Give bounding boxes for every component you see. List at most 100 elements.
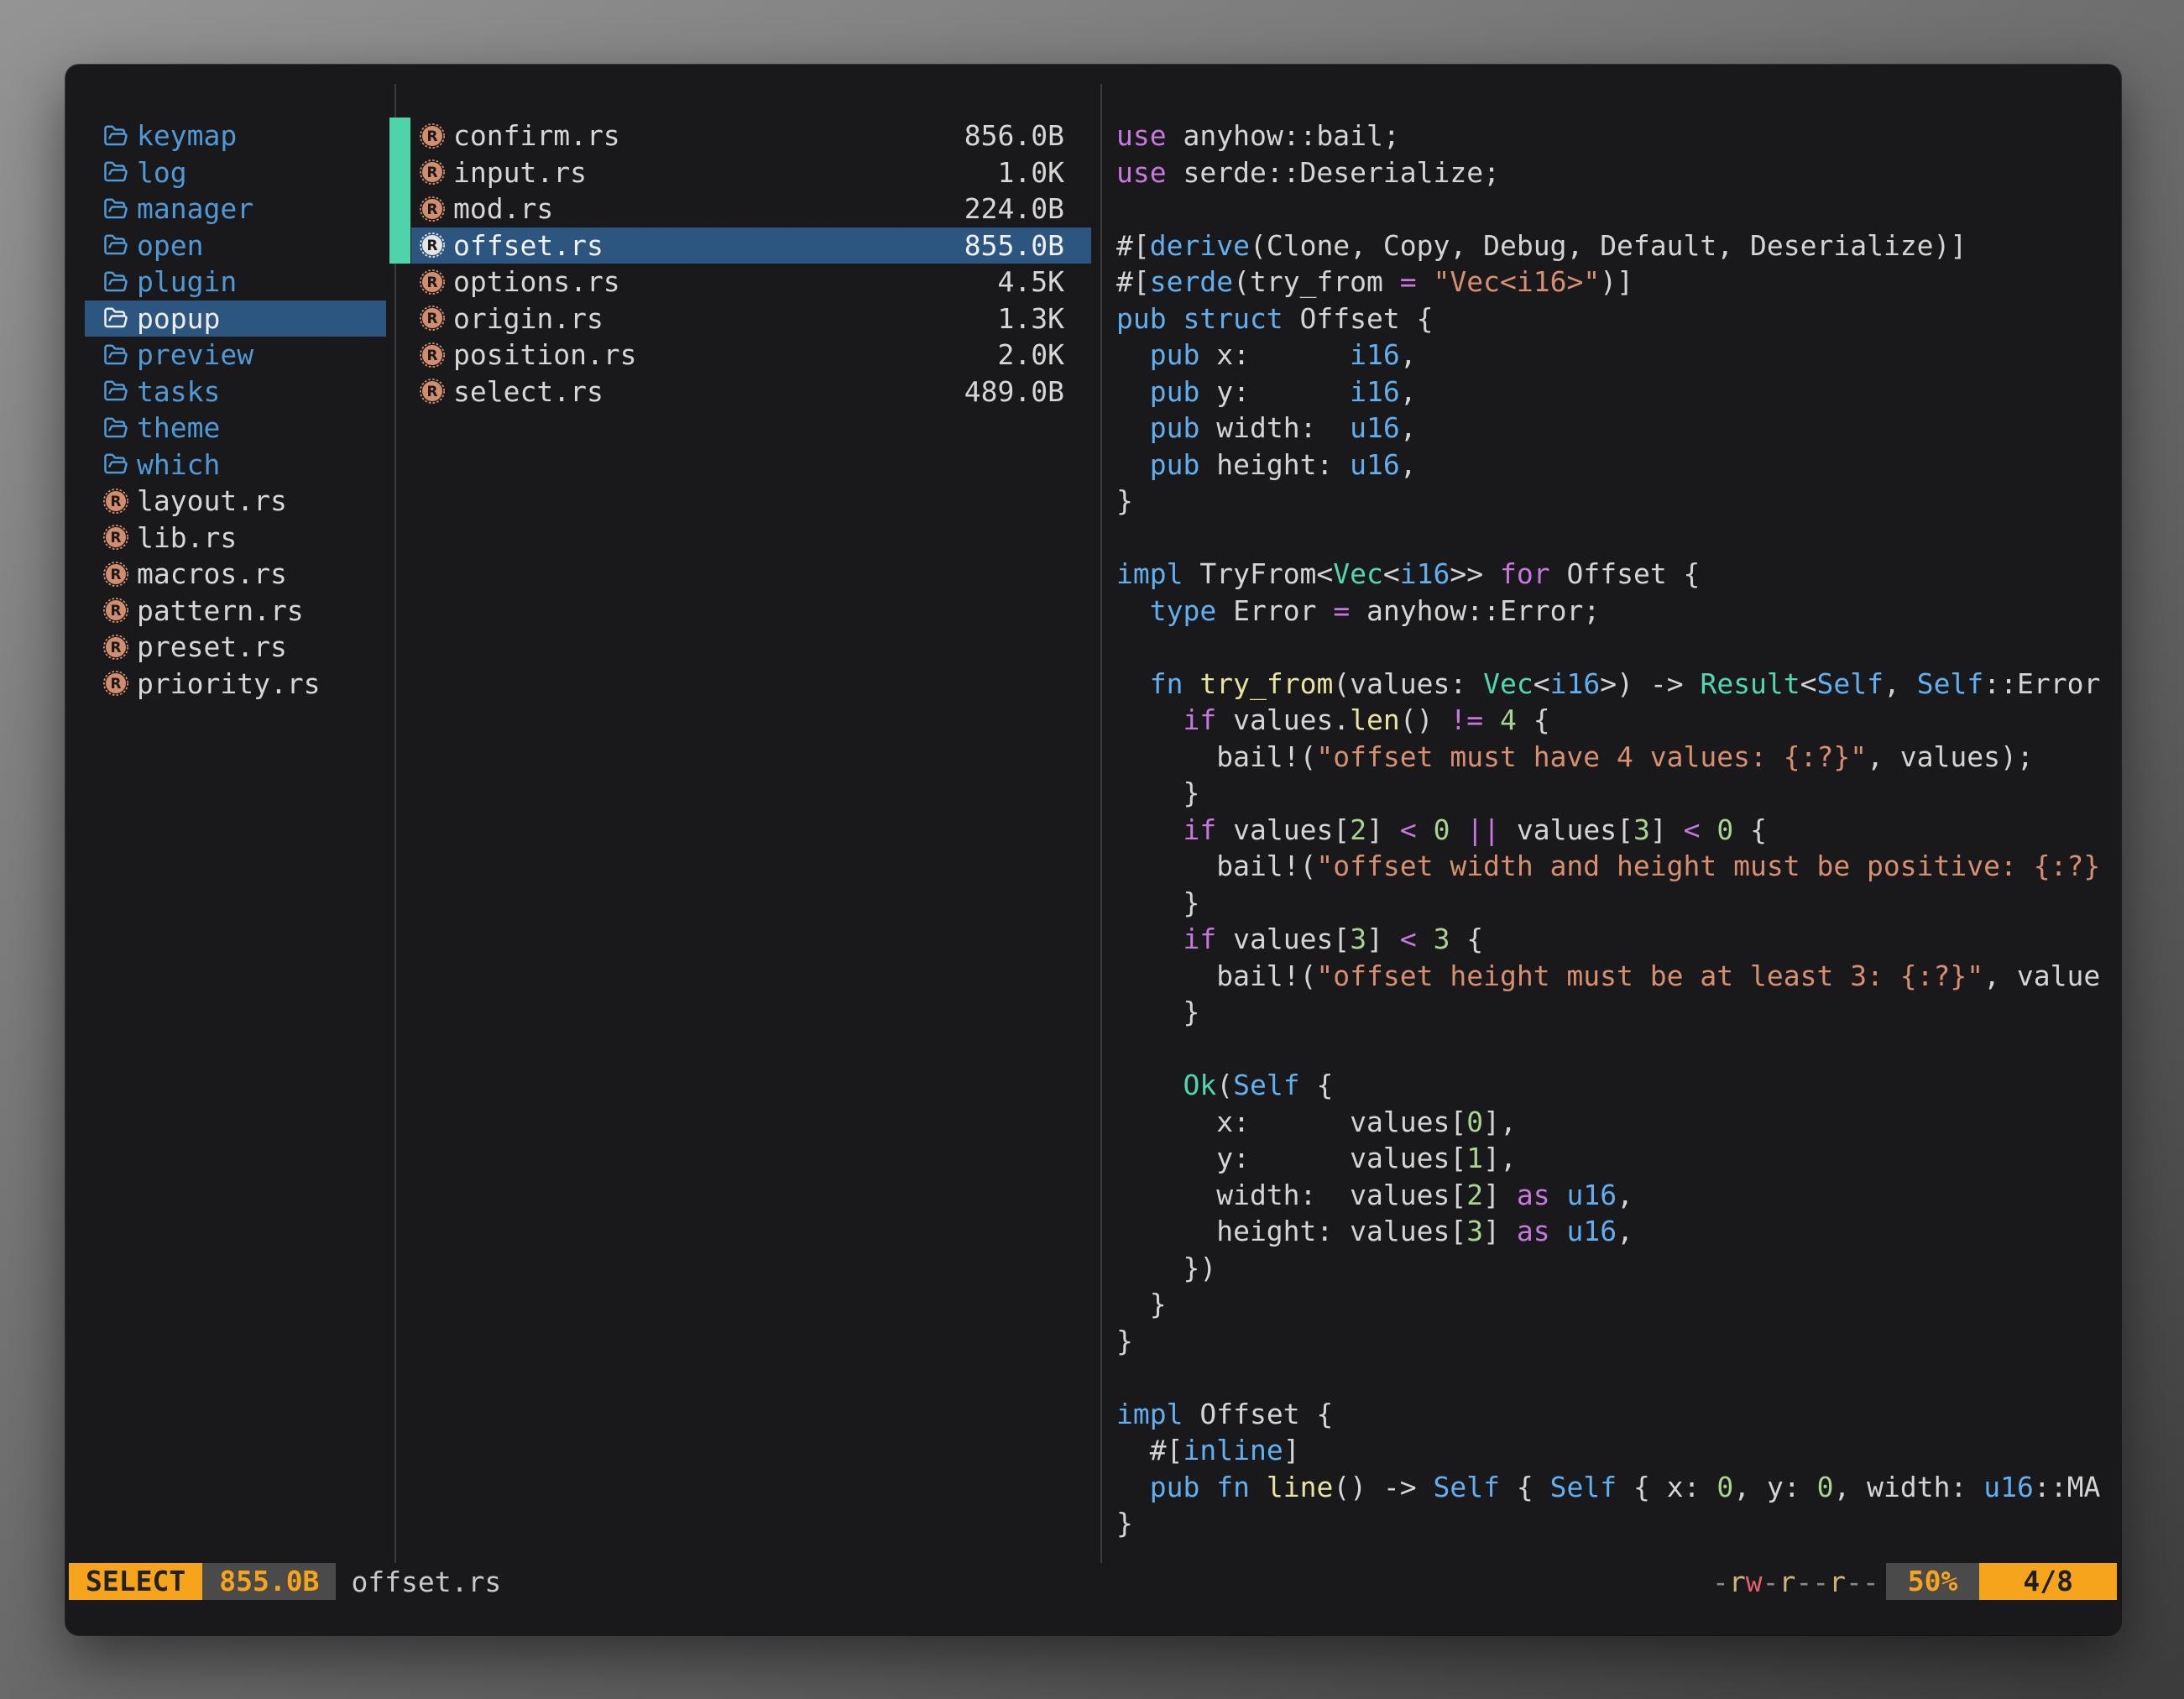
- code-line: pub width: u16,: [1116, 410, 2119, 447]
- sidebar-item-label: preset.rs: [137, 630, 287, 663]
- code-line: impl Offset {: [1116, 1396, 2119, 1433]
- sidebar-item-label: manager: [137, 192, 253, 225]
- folder-open-icon: [103, 196, 128, 222]
- file-name: offset.rs: [453, 229, 603, 262]
- file-row-confirm.rs[interactable]: R confirm.rs856.0B: [411, 118, 1091, 154]
- file-name: select.rs: [453, 375, 603, 408]
- sidebar-item-lib.rs[interactable]: R lib.rs: [85, 520, 386, 557]
- rust-file-icon: R: [103, 635, 128, 660]
- svg-text:R: R: [427, 164, 438, 180]
- sidebar-item-popup[interactable]: popup: [85, 301, 386, 337]
- code-line: #[serde(try_from = "Vec<i16>")]: [1116, 264, 2119, 301]
- code-line: }: [1116, 885, 2119, 922]
- mode-badge: SELECT: [69, 1563, 202, 1600]
- file-size: 855.0B: [964, 229, 1064, 262]
- svg-text:R: R: [111, 566, 122, 583]
- code-line: pub height: u16,: [1116, 447, 2119, 484]
- sidebar-item-preset.rs[interactable]: R preset.rs: [85, 629, 386, 666]
- file-size: 1.0K: [998, 156, 1064, 189]
- code-line: [1116, 1031, 2119, 1068]
- sidebar-item-layout.rs[interactable]: R layout.rs: [85, 483, 386, 520]
- code-line: }: [1116, 483, 2119, 520]
- sidebar-item-label: pattern.rs: [137, 594, 304, 627]
- sidebar-item-preview[interactable]: preview: [85, 337, 386, 374]
- svg-text:R: R: [111, 602, 122, 619]
- svg-text:R: R: [111, 529, 122, 546]
- scroll-percent-badge: 50%: [1886, 1563, 1980, 1600]
- code-line: use anyhow::bail;: [1116, 118, 2119, 154]
- code-line: type Error = anyhow::Error;: [1116, 593, 2119, 630]
- file-name: position.rs: [453, 338, 637, 371]
- file-permissions: -rw-r--r--: [1712, 1566, 1879, 1598]
- sidebar-item-label: which: [137, 448, 220, 481]
- sidebar-item-label: macros.rs: [137, 557, 287, 590]
- code-line: [1116, 1359, 2119, 1396]
- file-row-mod.rs[interactable]: R mod.rs224.0B: [411, 191, 1091, 227]
- code-line: }: [1116, 1505, 2119, 1542]
- sidebar-item-log[interactable]: log: [85, 154, 386, 191]
- code-line: bail!("offset must have 4 values: {:?}",…: [1116, 739, 2119, 776]
- rust-file-icon: R: [103, 671, 128, 696]
- rust-file-icon: R: [420, 269, 445, 295]
- file-size-badge: 855.0B: [202, 1563, 336, 1600]
- sidebar-item-theme[interactable]: theme: [85, 410, 386, 447]
- pane-divider-right: [1100, 84, 1102, 1563]
- file-size: 856.0B: [964, 119, 1064, 152]
- file-size: 1.3K: [998, 302, 1064, 335]
- svg-text:R: R: [427, 237, 438, 254]
- code-line: height: values[3] as u16,: [1116, 1213, 2119, 1250]
- code-line: Ok(Self {: [1116, 1067, 2119, 1104]
- code-line: #[inline]: [1116, 1432, 2119, 1469]
- file-size: 2.0K: [998, 338, 1064, 371]
- folder-open-icon: [103, 416, 128, 441]
- svg-text:R: R: [427, 347, 438, 363]
- rust-file-icon: R: [103, 489, 128, 514]
- sidebar-item-tasks[interactable]: tasks: [85, 374, 386, 410]
- code-line: pub y: i16,: [1116, 374, 2119, 410]
- sidebar-item-label: priority.rs: [137, 667, 321, 700]
- sidebar-item-label: keymap: [137, 119, 237, 152]
- sidebar-item-plugin[interactable]: plugin: [85, 264, 386, 301]
- file-row-options.rs[interactable]: R options.rs 4.5K: [411, 264, 1091, 301]
- sidebar-item-label: log: [137, 156, 187, 189]
- code-line: fn try_from(values: Vec<i16>) -> Result<…: [1116, 666, 2119, 703]
- folder-open-icon: [103, 123, 128, 149]
- code-line: use serde::Deserialize;: [1116, 154, 2119, 191]
- code-line: width: values[2] as u16,: [1116, 1177, 2119, 1214]
- file-row-origin.rs[interactable]: R origin.rs 1.3K: [411, 301, 1091, 337]
- code-line: pub struct Offset {: [1116, 301, 2119, 337]
- code-line: [1116, 629, 2119, 666]
- rust-file-icon: R: [103, 598, 128, 623]
- code-line: if values[3] < 3 {: [1116, 921, 2119, 958]
- file-name: confirm.rs: [453, 119, 620, 152]
- svg-text:R: R: [111, 493, 122, 510]
- code-line: if values[2] < 0 || values[3] < 0 {: [1116, 812, 2119, 849]
- code-line: if values.len() != 4 {: [1116, 702, 2119, 739]
- code-line: pub x: i16,: [1116, 337, 2119, 374]
- rust-file-icon: R: [420, 306, 445, 331]
- file-size: 4.5K: [998, 265, 1064, 298]
- sidebar-item-open[interactable]: open: [85, 227, 386, 264]
- folder-open-icon: [103, 452, 128, 477]
- code-line: }: [1116, 775, 2119, 812]
- status-bar: SELECT 855.0B offset.rs -rw-r--r-- 50% 4…: [65, 1563, 2121, 1600]
- code-line: }: [1116, 1323, 2119, 1360]
- rust-file-icon: R: [103, 525, 128, 550]
- svg-text:R: R: [427, 274, 438, 290]
- status-right: -rw-r--r-- 50% 4/8: [1712, 1563, 2117, 1600]
- sidebar-item-pattern.rs[interactable]: R pattern.rs: [85, 593, 386, 630]
- file-row-position.rs[interactable]: R position.rs 2.0K: [411, 337, 1091, 374]
- file-name: origin.rs: [453, 302, 603, 335]
- file-row-input.rs[interactable]: R input.rs1.0K: [411, 154, 1091, 191]
- rust-file-icon: R: [420, 233, 445, 258]
- sidebar-item-keymap[interactable]: keymap: [85, 118, 386, 154]
- file-row-select.rs[interactable]: R select.rs489.0B: [411, 374, 1091, 410]
- rust-file-icon: R: [420, 159, 445, 185]
- file-name: options.rs: [453, 265, 620, 298]
- file-row-offset.rs[interactable]: R offset.rs 855.0B: [411, 227, 1091, 264]
- rust-file-icon: R: [103, 562, 128, 587]
- sidebar-item-macros.rs[interactable]: R macros.rs: [85, 556, 386, 593]
- sidebar-item-which[interactable]: which: [85, 447, 386, 484]
- sidebar-item-manager[interactable]: manager: [85, 191, 386, 227]
- sidebar-item-priority.rs[interactable]: R priority.rs: [85, 666, 386, 703]
